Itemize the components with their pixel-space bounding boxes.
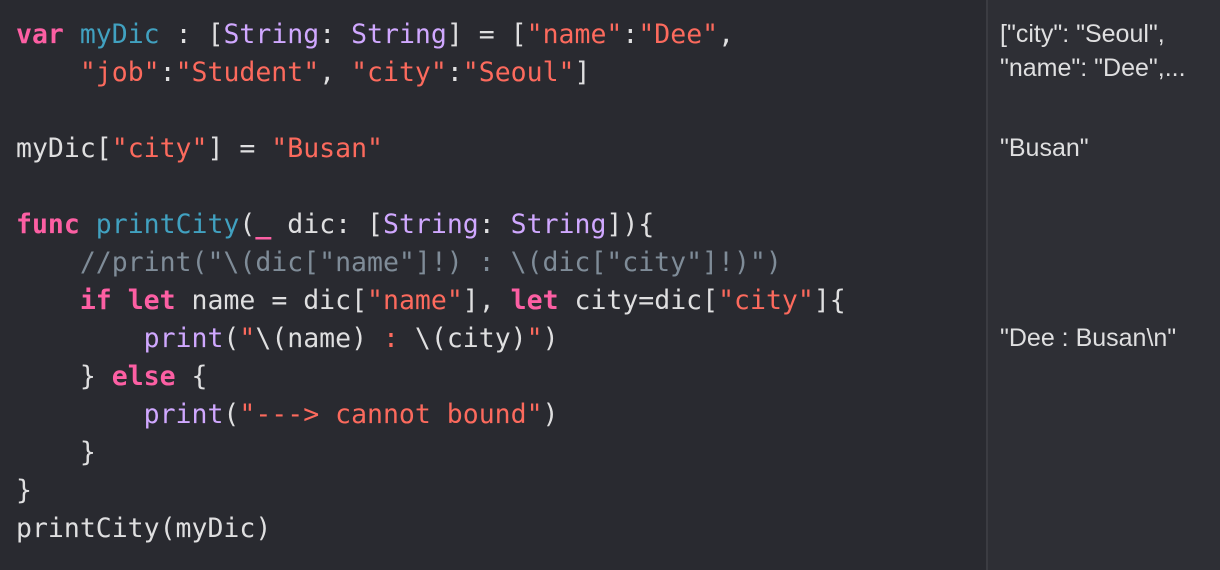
code-line-4[interactable]: myDic["city"] = "Busan": [16, 130, 383, 168]
type-token: String: [510, 209, 607, 240]
code-token: ,: [319, 57, 352, 88]
playground-window: var myDic : [String: String] = ["name":"…: [0, 0, 1220, 570]
string-token: "city": [111, 133, 208, 164]
code-token: \(city): [414, 323, 527, 354]
code-token: dic: [: [271, 209, 384, 240]
code-line-8[interactable]: if let name = dic["name"], let city=dic[…: [16, 282, 846, 320]
string-token: "city": [718, 285, 814, 316]
comment-token: //print("\(dic["name"]!) : \(dic["city"]…: [16, 247, 782, 278]
type-token: print: [143, 399, 224, 430]
code-token: :: [159, 57, 176, 88]
string-token: "Student": [175, 57, 320, 88]
type-token: String: [383, 209, 479, 240]
result-busan[interactable]: "Busan": [1000, 131, 1089, 165]
code-line-14[interactable]: printCity(myDic): [16, 510, 271, 548]
code-line-7[interactable]: //print("\(dic["name"]!) : \(dic["city"]…: [16, 244, 782, 282]
code-token: ]{: [813, 285, 846, 316]
string-token: "Busan": [271, 133, 383, 164]
code-token: :: [319, 19, 352, 50]
result-print-output[interactable]: "Dee : Busan\n": [1000, 321, 1176, 355]
code-token: city=dic[: [558, 285, 719, 316]
code-token: }: [16, 361, 112, 392]
code-token: }: [16, 437, 96, 468]
code-token: name = dic[: [175, 285, 368, 316]
code-line-11[interactable]: print("---> cannot bound"): [16, 396, 559, 434]
code-token: (: [223, 323, 240, 354]
code-token: }: [16, 475, 32, 506]
declaration-token: myDic: [79, 19, 160, 50]
keyword-token: var: [16, 19, 64, 50]
code-token: \(name): [255, 323, 368, 354]
code-token: ): [542, 323, 559, 354]
code-token: ],: [462, 285, 511, 316]
code-token: : [: [159, 19, 224, 50]
string-token: "job": [79, 57, 160, 88]
string-token: "Seoul": [462, 57, 575, 88]
string-token: "---> cannot bound": [239, 399, 543, 430]
code-line-1[interactable]: var myDic : [String: String] = ["name":"…: [16, 16, 734, 54]
type-token: print: [143, 323, 224, 354]
keyword-token: let: [127, 285, 176, 316]
code-token: :: [446, 57, 463, 88]
keyword-token: else: [111, 361, 176, 392]
result-dictionary-line-1[interactable]: ["city": "Seoul",: [1000, 17, 1165, 51]
code-line-13[interactable]: }: [16, 472, 32, 510]
string-token: :: [367, 323, 415, 354]
result-dictionary-line-2[interactable]: "name": "Dee",...: [1000, 51, 1186, 85]
string-token: "Dee": [638, 19, 719, 50]
type-token: String: [351, 19, 447, 50]
string-token: ": [239, 323, 256, 354]
code-token: ): [542, 399, 559, 430]
code-token: :: [478, 209, 511, 240]
code-token: ]){: [606, 209, 655, 240]
results-sidebar: ["city": "Seoul", "name": "Dee",... "Bus…: [986, 0, 1220, 570]
string-token: "city": [351, 57, 447, 88]
code-line-6[interactable]: func printCity(_ dic: [String: String]){: [16, 206, 654, 244]
keyword-token: _: [255, 209, 272, 240]
code-line-12[interactable]: }: [16, 434, 96, 472]
code-token: (: [223, 399, 240, 430]
code-token: ] = [: [446, 19, 527, 50]
code-token: (: [239, 209, 256, 240]
code-token: :: [622, 19, 639, 50]
code-token: ,: [718, 19, 735, 50]
string-token: "name": [526, 19, 623, 50]
type-token: String: [223, 19, 320, 50]
keyword-token: let: [510, 285, 559, 316]
code-token: printCity(myDic): [16, 513, 272, 544]
keyword-token: if: [79, 285, 112, 316]
code-token: ] =: [207, 133, 272, 164]
code-token: ]: [574, 57, 591, 88]
code-line-10[interactable]: } else {: [16, 358, 208, 396]
keyword-token: func: [16, 209, 80, 240]
code-line-9[interactable]: print("\(name) : \(city)"): [16, 320, 559, 358]
code-token: {: [175, 361, 208, 392]
declaration-token: printCity: [95, 209, 240, 240]
string-token: ": [526, 323, 543, 354]
code-token: myDic[: [16, 133, 112, 164]
code-editor[interactable]: var myDic : [String: String] = ["name":"…: [0, 0, 986, 570]
code-line-2[interactable]: "job":"Student", "city":"Seoul"]: [16, 54, 591, 92]
string-token: "name": [367, 285, 463, 316]
